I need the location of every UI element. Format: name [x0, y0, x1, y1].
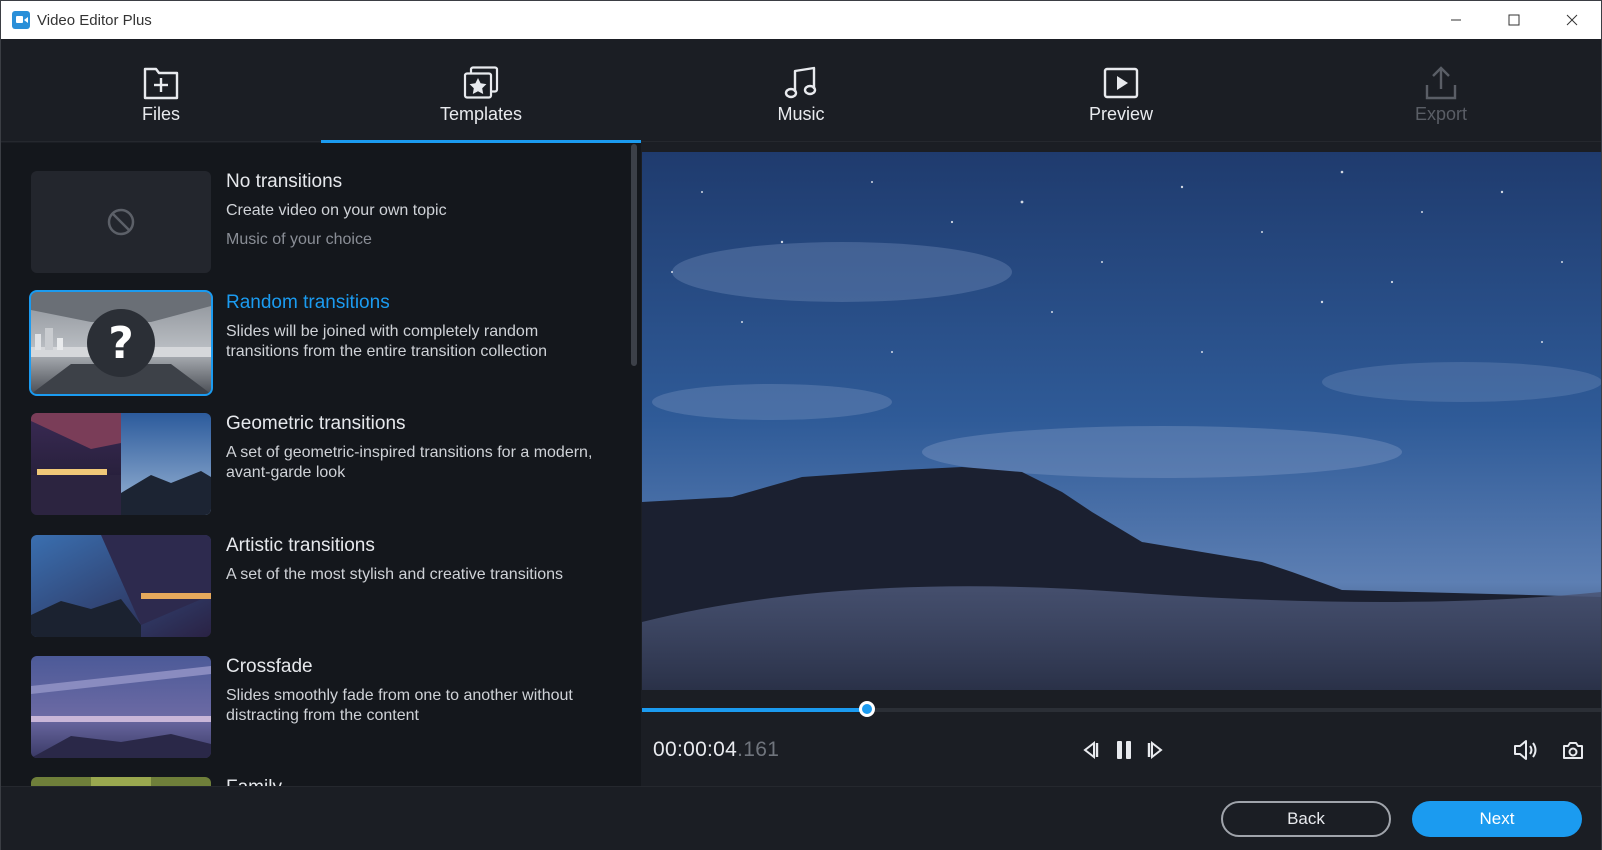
- template-item-no-transitions[interactable]: No transitions Create video on your own …: [31, 171, 631, 281]
- close-button[interactable]: [1543, 1, 1601, 39]
- snapshot-button[interactable]: [1560, 737, 1586, 763]
- template-item-random-transitions[interactable]: ? Random transitions Slides will be join…: [29, 290, 631, 402]
- no-symbol-icon: [107, 208, 135, 236]
- template-title: Family: [226, 777, 282, 786]
- template-thumbnail: [31, 171, 211, 273]
- template-title: Random transitions: [226, 292, 390, 313]
- family-image: [31, 777, 211, 786]
- app-logo-icon: [12, 11, 30, 29]
- template-item-artistic-transitions[interactable]: Artistic transitions A set of the most s…: [31, 535, 631, 645]
- tab-preview[interactable]: Preview: [961, 39, 1281, 142]
- tab-label: Preview: [1088, 104, 1154, 124]
- next-button[interactable]: Next: [1412, 801, 1582, 837]
- template-description: Slides smoothly fade from one to another…: [226, 687, 573, 724]
- volume-button[interactable]: [1513, 737, 1539, 763]
- music-note-icon: [784, 66, 817, 99]
- artistic-collage-image: [31, 535, 211, 637]
- tab-label: Files: [141, 104, 180, 124]
- templates-list: No transitions Create video on your own …: [1, 143, 641, 786]
- snapshot-camera-icon: [1563, 742, 1583, 759]
- main-tabs: Files Templates Music Preview Export: [1, 39, 1601, 143]
- timecode-main: 00:00:04: [653, 738, 738, 761]
- maximize-button[interactable]: [1485, 1, 1543, 39]
- template-description: Create video on your own topic: [226, 202, 447, 219]
- step-forward-icon: [1147, 741, 1163, 759]
- window-title: Video Editor Plus: [37, 11, 152, 29]
- tab-music[interactable]: Music: [641, 39, 961, 142]
- minimize-icon: [1451, 19, 1461, 21]
- template-item-geometric-transitions[interactable]: Geometric transitions A set of geometric…: [31, 413, 631, 523]
- back-button[interactable]: Back: [1221, 801, 1391, 837]
- step-back-icon: [1083, 741, 1099, 759]
- timecode-milliseconds: .161: [737, 738, 780, 761]
- template-item-crossfade[interactable]: Crossfade Slides smoothly fade from one …: [31, 656, 631, 766]
- templates-scrollbar[interactable]: [631, 144, 637, 366]
- tab-label: Export: [1414, 104, 1468, 124]
- template-description: A set of geometric-inspired transitions …: [226, 444, 593, 481]
- svg-text:?: ?: [108, 318, 134, 369]
- template-thumbnail: [31, 535, 211, 637]
- template-title: Crossfade: [226, 656, 313, 677]
- footer-bar: Back Next: [1, 786, 1601, 850]
- template-subtitle: Music of your choice: [226, 231, 372, 248]
- template-title: Geometric transitions: [226, 413, 406, 434]
- play-preview-icon: [1103, 67, 1139, 99]
- pause-icon: [1117, 741, 1131, 759]
- maximize-icon: [1508, 14, 1520, 26]
- night-sky-mountain-image: [642, 152, 1601, 690]
- template-description: Slides will be joined with completely ra…: [226, 323, 548, 360]
- tab-templates[interactable]: Templates: [321, 39, 641, 143]
- tab-label: Templates: [439, 104, 523, 124]
- city-bridge-image: ?: [31, 292, 211, 394]
- window-controls: [1427, 1, 1601, 39]
- app-window: Video Editor Plus Files Templates Music …: [0, 0, 1602, 850]
- tab-files[interactable]: Files: [1, 39, 321, 142]
- seek-bar-progress: [642, 708, 867, 712]
- crossfade-bridge-image: [31, 656, 211, 758]
- step-forward-button[interactable]: [1143, 737, 1169, 763]
- timecode: 00:00:04.161: [653, 738, 779, 762]
- volume-icon: [1514, 740, 1537, 760]
- export-upload-icon: [1425, 66, 1457, 100]
- minimize-button[interactable]: [1427, 1, 1485, 39]
- close-icon: [1566, 14, 1578, 26]
- template-title: No transitions: [226, 171, 343, 192]
- template-thumbnail: ?: [29, 290, 213, 396]
- template-thumbnail: [31, 413, 211, 515]
- template-title: Artistic transitions: [226, 535, 375, 556]
- template-description: A set of the most stylish and creative t…: [226, 566, 564, 583]
- pause-button[interactable]: [1111, 737, 1137, 763]
- title-bar: Video Editor Plus: [1, 1, 1601, 39]
- file-add-icon: [143, 67, 179, 100]
- step-back-button[interactable]: [1077, 737, 1103, 763]
- tab-label: Music: [777, 104, 825, 124]
- template-thumbnail: [31, 777, 211, 786]
- seek-bar-handle[interactable]: [859, 701, 875, 717]
- tab-export[interactable]: Export: [1281, 39, 1601, 142]
- template-thumbnail: [31, 656, 211, 758]
- templates-star-icon: [463, 66, 499, 99]
- video-preview[interactable]: [642, 152, 1601, 690]
- geometric-split-image: [31, 413, 211, 515]
- template-item-family[interactable]: Family: [31, 777, 631, 786]
